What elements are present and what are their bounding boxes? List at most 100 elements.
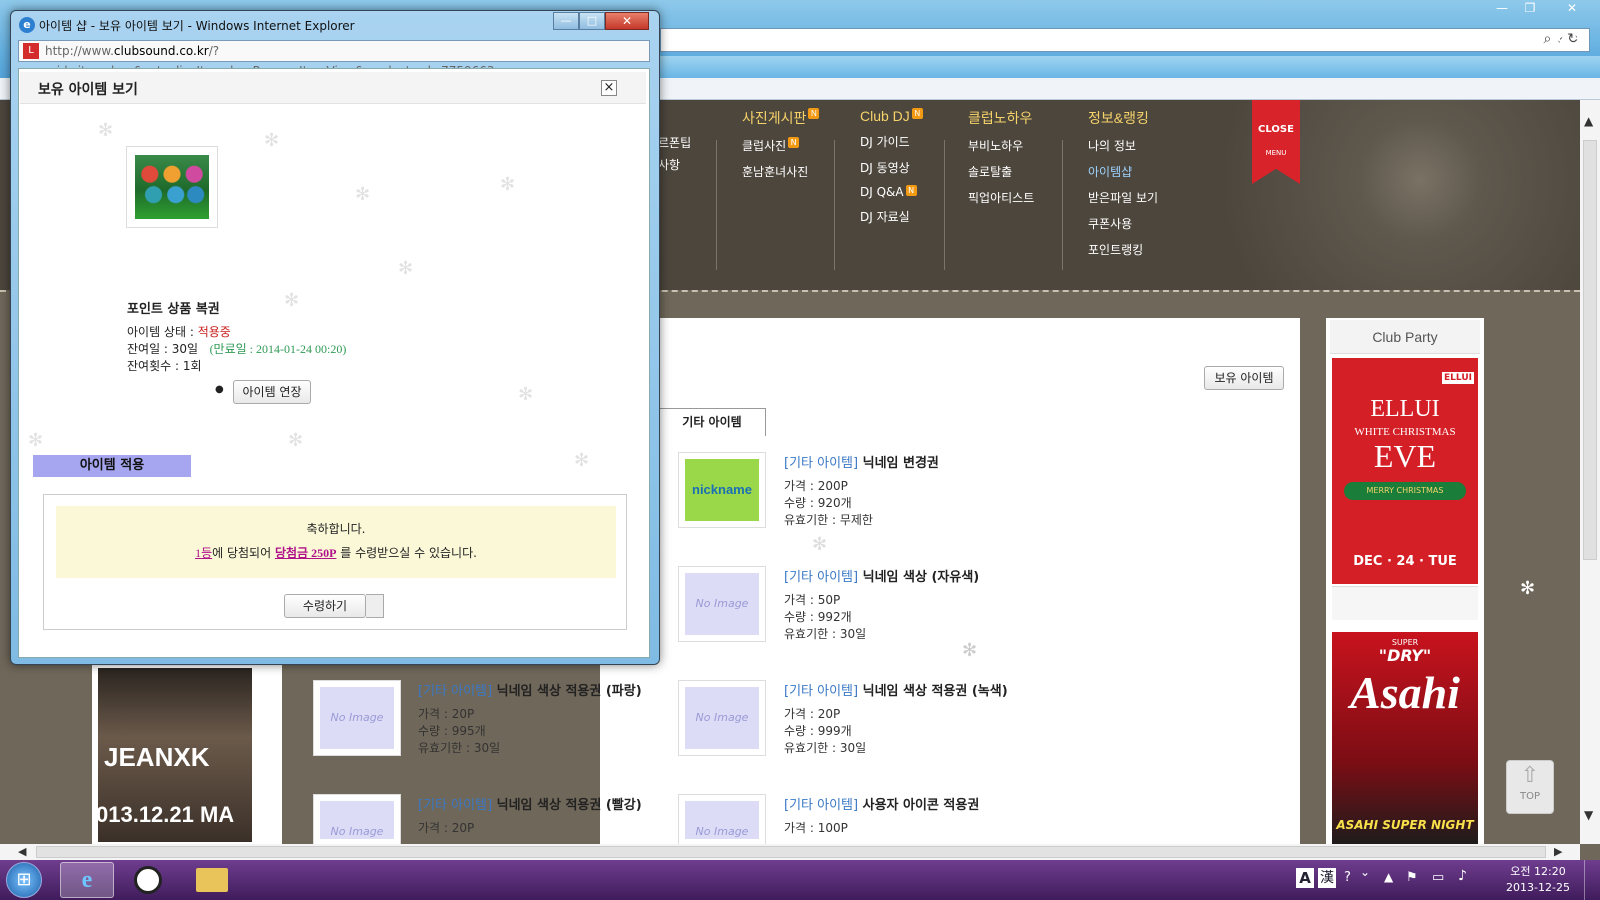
messenger-icon[interactable] (134, 866, 162, 894)
no-image-placeholder: No Image (320, 801, 394, 839)
nav-column-clubdj: Club DJ N DJ 가이드 DJ 동영상 DJ Q&A N DJ 자료실 (860, 108, 923, 225)
ellui-christmas-banner[interactable]: ELLUI ELLUI WHITE CHRISTMAS EVE MERRY CH… (1332, 358, 1478, 584)
nav-item-dj-archive[interactable]: DJ 자료실 (860, 208, 923, 225)
favorites-icon[interactable]: ★ (1550, 28, 1565, 48)
vertical-scrollbar[interactable]: ▲ ▼ (1580, 100, 1600, 844)
item-title[interactable]: [기타 아이템] 닉네임 색상 (자유색) (784, 566, 979, 585)
nav-item-solo[interactable]: 솔로탈출 (968, 163, 1034, 180)
item-thumb[interactable]: No Image (313, 794, 401, 846)
gear-icon[interactable]: ⚙ (1574, 28, 1589, 48)
asahi-banner[interactable]: SUPER "DRY" Asahi ASAHI SUPER NIGHT (1332, 632, 1478, 846)
help-icon[interactable]: ? (1344, 870, 1351, 885)
nav-item-dj-qa[interactable]: DJ Q&A N (860, 185, 923, 199)
folder-icon[interactable] (196, 868, 228, 892)
nav-item-bubi[interactable]: 부비노하우 (968, 137, 1034, 154)
item-name: 닉네임 색상 적용권 (빨강) (496, 798, 642, 813)
left-banner-image[interactable]: JEANXK 013.12.21 MA (98, 668, 252, 842)
arrow-up-icon: ⇧ (1520, 763, 1540, 788)
item-thumb[interactable]: No Image (678, 680, 766, 756)
status-value: 적용중 (197, 325, 231, 339)
dialog-close-icon[interactable]: × (601, 80, 617, 96)
popup-address-bar[interactable]: L http://www.clubsound.co.kr/?mid=itemsh… (18, 40, 650, 78)
no-image-placeholder: No Image (685, 687, 759, 749)
item-category: [기타 아이템] (418, 798, 493, 813)
start-button[interactable]: ⊞ (6, 862, 42, 898)
nav-item-dj-video[interactable]: DJ 동영상 (860, 159, 923, 176)
scroll-top-button[interactable]: ⇧ TOP (1506, 760, 1554, 814)
item-title[interactable]: [기타 아이템] 닉네임 색상 적용권 (파랑) (418, 680, 642, 699)
nav-item-itemshop[interactable]: 아이템샵 (1088, 163, 1158, 180)
item-meta: 가격 : 20P 수량 : 995개 유효기한 : 30일 (418, 706, 500, 757)
nav-item-coupon[interactable]: 쿠폰사용 (1088, 215, 1158, 232)
nav-item-dj-guide[interactable]: DJ 가이드 (860, 133, 923, 150)
taskbar-ie-button[interactable]: e (60, 862, 114, 898)
item-name: 닉네임 변경권 (862, 456, 939, 471)
item-thumb[interactable]: No Image (678, 794, 766, 846)
item-title[interactable]: [기타 아이템] 사용자 아이콘 적용권 (784, 794, 979, 813)
nav-head-clubdj[interactable]: Club DJ N (860, 108, 923, 124)
top-label: TOP (1519, 791, 1540, 802)
hscroll-thumb[interactable] (36, 846, 1546, 858)
ime-a-icon[interactable]: A (1296, 868, 1314, 888)
item-meta: 가격 : 200P 수량 : 920개 유효기한 : 무제한 (784, 478, 873, 529)
nav-item-pickup[interactable]: 픽업아티스트 (968, 189, 1034, 206)
network-icon[interactable]: ▭ (1432, 870, 1444, 885)
nav-column-photos: 사진게시판 N 클럽사진 N 훈남훈녀사진 (742, 108, 820, 180)
item-title[interactable]: [기타 아이템] 닉네임 색상 적용권 (빨강) (418, 794, 642, 813)
home-icon[interactable]: ⌂ (1524, 28, 1535, 48)
clock[interactable]: 오전 12:20 2013-12-25 (1500, 864, 1576, 896)
item-image-lottery (126, 146, 218, 228)
scroll-left-icon[interactable]: ◀ (18, 845, 26, 858)
item-title[interactable]: [기타 아이템] 닉네임 색상 적용권 (녹색) (784, 680, 1008, 699)
item-thumb[interactable]: No Image (678, 566, 766, 642)
popup-minimize-icon[interactable]: — (553, 12, 579, 30)
show-desktop-button[interactable] (1584, 860, 1600, 900)
scroll-right-icon[interactable]: ▶ (1554, 845, 1562, 858)
nav-head-photos[interactable]: 사진게시판 N (742, 108, 820, 128)
item-status-block: 아이템 상태 : 적용중 잔여일 : 30일 (만료일 : 2014-01-24… (127, 324, 346, 375)
asahi-night: ASAHI SUPER NIGHT (1336, 818, 1474, 832)
tab-etc-items[interactable]: 기타 아이템 (658, 408, 766, 436)
item-price: 가격 : 20P (418, 821, 475, 835)
nav-item-received-files[interactable]: 받은파일 보기 (1088, 189, 1158, 206)
main-address-bar[interactable]: ⌕ ▾ ↻ (660, 28, 1590, 52)
nav-item-people-photos[interactable]: 훈남훈녀사진 (742, 163, 819, 180)
ime-tools-icon[interactable]: ⌄ (1360, 866, 1370, 878)
snowflake-icon: ✻ (518, 384, 534, 405)
restore-icon[interactable]: ❐ (1518, 0, 1542, 16)
popup-maximize-icon[interactable]: □ (579, 12, 605, 30)
item-thumb-nickname[interactable]: nickname (678, 452, 766, 528)
ime-hanja-icon[interactable]: 漢 (1318, 868, 1336, 888)
ie-taskbar-icon: e (81, 867, 93, 893)
nav-item-club-photos[interactable]: 클럽사진 N (742, 137, 819, 154)
close-flag-label: CLOSE (1258, 124, 1294, 135)
scroll-thumb[interactable] (1583, 140, 1597, 560)
partial-nav-item[interactable]: 르폰팁 (658, 132, 691, 154)
nav-head-ranking[interactable]: 정보&랭킹 (1088, 108, 1158, 128)
receive-prize-button[interactable]: 수령하기 (284, 594, 366, 618)
scroll-up-icon[interactable]: ▲ (1584, 114, 1593, 128)
partial-nav-item[interactable]: 사항 (658, 154, 691, 176)
nav-item-my-info[interactable]: 나의 정보 (1088, 137, 1158, 154)
nav-column-ranking: 정보&랭킹 나의 정보 아이템샵 받은파일 보기 쿠폰사용 포인트랭킹 (1088, 108, 1158, 258)
snowflake-icon: ✻ (355, 184, 371, 205)
club-party-heading: Club Party (1330, 320, 1480, 354)
item-price: 가격 : 100P (784, 821, 848, 835)
snowflake-icon: ✻ (574, 450, 590, 471)
nav-head-knowhow[interactable]: 클럽노하우 (968, 108, 1034, 128)
item-thumb[interactable]: No Image (313, 680, 401, 756)
horizontal-scrollbar[interactable]: ◀ ▶ (0, 844, 1580, 860)
volume-icon[interactable]: ♪ (1458, 868, 1467, 884)
minimize-icon[interactable]: — (1490, 0, 1514, 16)
item-title[interactable]: [기타 아이템] 닉네임 변경권 (784, 452, 939, 471)
extend-item-button[interactable]: 아이템 연장 (233, 380, 311, 404)
action-center-flag-icon[interactable]: ⚑ (1406, 870, 1418, 885)
nav-item-point-ranking[interactable]: 포인트랭킹 (1088, 241, 1158, 258)
show-hidden-icons[interactable]: ▲ (1384, 870, 1393, 884)
scroll-down-icon[interactable]: ▼ (1584, 808, 1593, 822)
popup-close-icon[interactable]: ✕ (605, 12, 649, 30)
ellui-sponsors (1332, 586, 1478, 620)
close-icon[interactable]: ✕ (1560, 0, 1584, 16)
owned-items-button[interactable]: 보유 아이템 (1204, 366, 1284, 390)
item-price: 가격 : 50P (784, 593, 841, 607)
